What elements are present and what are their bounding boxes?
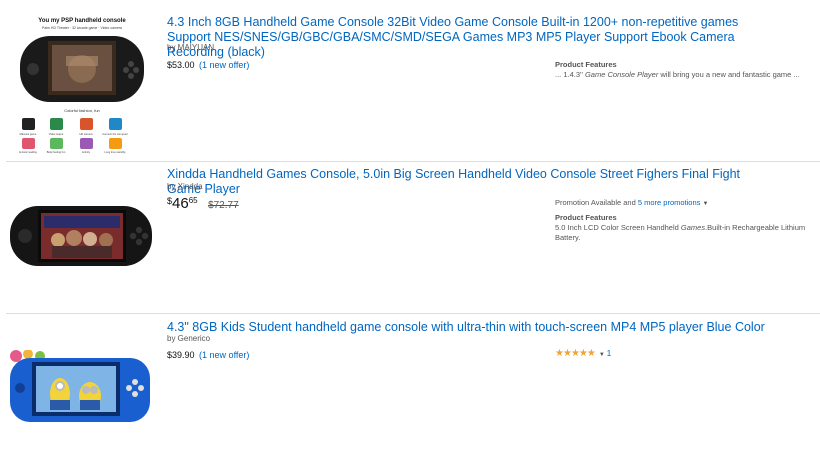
caret-down-icon[interactable]: ▼ (702, 201, 708, 207)
features-heading: Product Features (555, 213, 617, 222)
svg-text:HD camera: HD camera (79, 132, 93, 136)
image-subline: Palm HD Theater · 32 arcade game · Video… (42, 26, 122, 30)
review-count-link[interactable]: 1 (607, 349, 611, 358)
product-image-2[interactable] (8, 202, 156, 272)
product-brand: by MAIYUAN (167, 43, 215, 52)
star-icon: ★ (578, 348, 588, 359)
svg-text:Activity: Activity (82, 150, 91, 154)
star-icon: ★ (562, 348, 572, 359)
svg-text:Body feeling fun: Body feeling fun (47, 150, 66, 154)
product-price: $53.00 (167, 60, 195, 70)
product-price: $4665 $72.77 (167, 195, 239, 212)
features-text: 5.0 Inch LCD Color Screen Handheld Games… (555, 223, 806, 242)
search-result-2: Xindda Handheld Games Console, 5.0in Big… (0, 162, 820, 312)
features-text: ... 1.4.3'' Game Console Player will bri… (555, 70, 800, 79)
search-result-1: You my PSP handheld console Palm HD Thea… (0, 0, 820, 160)
star-icon: ★ (586, 348, 596, 359)
product-features: Product Features ... 1.4.3'' Game Consol… (555, 60, 820, 80)
product-title-link[interactable]: 4.3 Inch 8GB Handheld Game Console 32Bit… (167, 15, 767, 60)
promotion-row: Promotion Available and 5 more promotion… (555, 198, 709, 207)
star-icon: ★ (570, 348, 580, 359)
star-rating[interactable]: ★★★★★ ▼ 1 (555, 348, 611, 359)
search-result-3: 4.3" 8GB Kids Student handheld game cons… (0, 314, 820, 460)
product-features: Product Features 5.0 Inch LCD Color Scre… (555, 213, 820, 243)
console-photo-3 (10, 349, 150, 422)
caret-down-icon[interactable]: ▼ (599, 352, 605, 358)
offer-link[interactable]: (1 new offer) (199, 60, 249, 70)
product-image-3[interactable] (8, 349, 156, 430)
product-brand: by Generico (167, 334, 211, 343)
old-price: $72.77 (208, 200, 239, 211)
console-photo-1: You my PSP handheld console Palm HD Thea… (8, 14, 156, 154)
svg-text:Video output: Video output (49, 132, 64, 136)
svg-text:E-book reading: E-book reading (19, 150, 37, 154)
image-caption: Colorful fashion, fun (64, 108, 100, 113)
product-price: $39.90 (167, 350, 195, 360)
features-heading: Product Features (555, 60, 617, 69)
svg-text:Massive game: Massive game (20, 132, 37, 136)
product-title-link[interactable]: Xindda Handheld Games Console, 5.0in Big… (167, 167, 767, 197)
product-price-row: $39.90 (1 new offer) (167, 350, 249, 360)
product-price-row: $53.00 (1 new offer) (167, 60, 249, 70)
console-photo-2 (10, 206, 152, 266)
product-brand: by Xindda (167, 182, 203, 191)
star-icon: ★ (555, 348, 564, 359)
product-title-link[interactable]: 4.3" 8GB Kids Student handheld game cons… (167, 320, 767, 335)
image-headline: You my PSP handheld console (38, 18, 126, 24)
more-promotions-link[interactable]: 5 more promotions (638, 198, 701, 207)
product-image-1[interactable]: You my PSP handheld console Palm HD Thea… (8, 14, 156, 154)
svg-text:Connect the computer: Connect the computer (102, 132, 128, 136)
offer-link[interactable]: (1 new offer) (199, 350, 249, 360)
svg-text:Long time standby: Long time standby (104, 150, 126, 154)
